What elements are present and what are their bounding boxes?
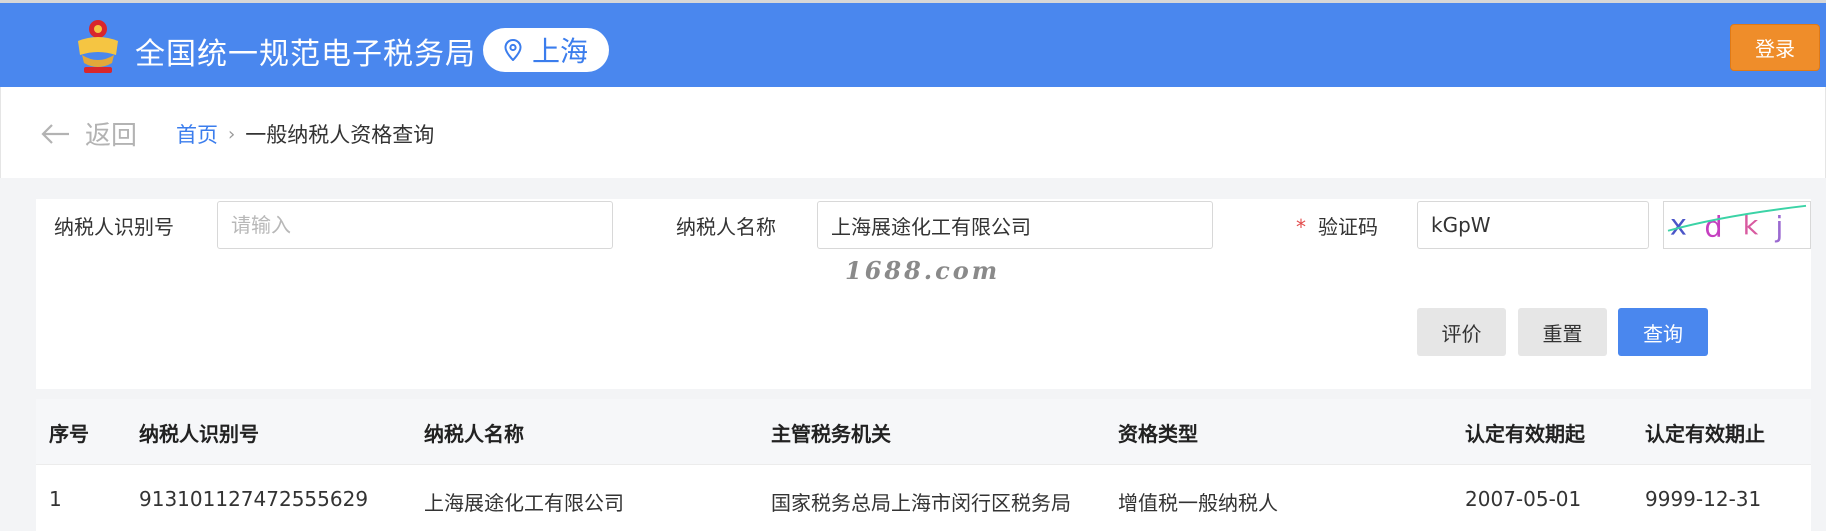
region-selector[interactable]: 上海 <box>483 28 609 72</box>
table-cell: 913101127472555629 <box>139 487 369 511</box>
table-cell: 上海展途化工有限公司 <box>424 491 624 515</box>
evaluate-button[interactable]: 评价 <box>1417 308 1506 356</box>
column-header: 资格类型 <box>1118 422 1198 446</box>
top-header: 全国统一规范电子税务局 上海 登录 <box>0 0 1826 87</box>
required-mark: * <box>1296 215 1306 239</box>
breadcrumb-separator: › <box>228 123 236 145</box>
back-button[interactable]: 返回 <box>41 115 137 152</box>
breadcrumb-home-link[interactable]: 首页 <box>176 119 218 149</box>
column-header: 纳税人名称 <box>424 422 524 446</box>
breadcrumb: 首页 › 一般纳税人资格查询 <box>176 119 434 149</box>
captcha-char: j <box>1774 210 1783 244</box>
column-header: 认定有效期起 <box>1465 422 1585 446</box>
breadcrumb-current: 一般纳税人资格查询 <box>245 123 435 147</box>
column-header: 纳税人识别号 <box>139 422 259 446</box>
column-header: 主管税务机关 <box>771 422 891 446</box>
table-cell: 9999-12-31 <box>1645 487 1762 511</box>
taxpayer-name-label: 纳税人名称 <box>676 215 776 239</box>
location-pin-icon <box>504 39 522 61</box>
table-cell: 2007-05-01 <box>1465 487 1582 511</box>
tax-emblem-icon <box>78 20 118 73</box>
breadcrumb-bar: 返回 首页 › 一般纳税人资格查询 <box>0 87 1826 178</box>
column-header: 序号 <box>49 422 89 446</box>
query-form: 纳税人识别号 纳税人名称 * 验证码 x d k j 评价 重置 查询 <box>36 199 1811 389</box>
captcha-label-wrap: * 验证码 <box>1296 211 1378 240</box>
site-title: 全国统一规范电子税务局 <box>135 37 476 72</box>
table-row: 1 913101127472555629 上海展途化工有限公司 国家税务总局上海… <box>36 464 1811 531</box>
column-header: 认定有效期止 <box>1645 422 1765 446</box>
taxpayer-id-label: 纳税人识别号 <box>54 215 174 239</box>
captcha-label: 验证码 <box>1318 215 1378 239</box>
results-table: 序号 纳税人识别号 纳税人名称 主管税务机关 资格类型 认定有效期起 认定有效期… <box>36 399 1811 531</box>
back-label: 返回 <box>85 121 138 151</box>
watermark: 1688.com <box>845 256 1001 285</box>
reset-button[interactable]: 重置 <box>1518 308 1607 356</box>
table-cell: 国家税务总局上海市闵行区税务局 <box>771 491 1071 515</box>
table-cell: 增值税一般纳税人 <box>1118 491 1278 515</box>
table-cell: 1 <box>49 487 62 511</box>
captcha-char: d <box>1704 210 1722 244</box>
login-button[interactable]: 登录 <box>1730 24 1820 71</box>
table-header: 序号 纳税人识别号 纳税人名称 主管税务机关 资格类型 认定有效期起 认定有效期… <box>36 399 1811 464</box>
taxpayer-id-input[interactable] <box>217 201 613 249</box>
captcha-input[interactable] <box>1417 201 1649 249</box>
captcha-char: x <box>1670 208 1687 242</box>
taxpayer-name-input[interactable] <box>817 201 1213 249</box>
query-button[interactable]: 查询 <box>1618 308 1708 356</box>
region-label: 上海 <box>531 35 588 68</box>
captcha-image[interactable]: x d k j <box>1663 201 1811 249</box>
arrow-left-icon <box>41 123 69 144</box>
